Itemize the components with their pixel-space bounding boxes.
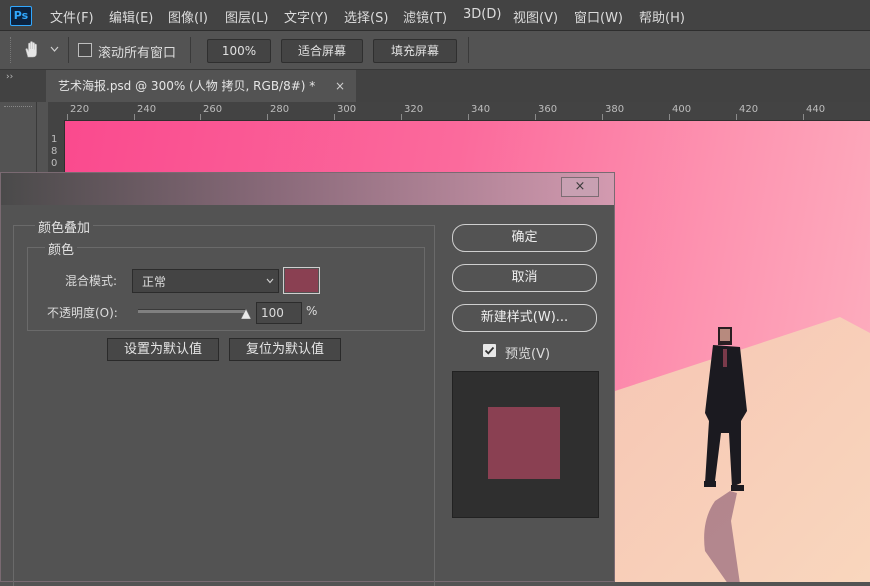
ruler-label: 360 [538, 104, 558, 115]
hand-tool-icon[interactable] [22, 40, 42, 60]
ruler-label: 1 [51, 134, 58, 145]
blend-mode-select[interactable]: 正常 [132, 269, 279, 293]
set-default-button[interactable]: 设置为默认值 [107, 338, 219, 361]
preview-label: 预览(V) [505, 347, 551, 362]
layer-style-dialog: × 颜色叠加 颜色 混合模式: 正常 不透明度(O): 100 % 设置为默认值… [0, 172, 615, 586]
dropdown-arrow-icon [266, 278, 274, 284]
style-preview-swatch [488, 407, 560, 479]
ok-button[interactable]: 确定 [452, 224, 597, 252]
dialog-titlebar[interactable]: × [1, 173, 614, 205]
menu-type[interactable]: 文字(Y) [284, 7, 328, 26]
panel-grip [4, 106, 32, 109]
opacity-slider-fill [138, 310, 246, 313]
floor-plane [615, 317, 870, 582]
menu-3d[interactable]: 3D(D) [463, 7, 501, 22]
dialog-body: 颜色叠加 颜色 混合模式: 正常 不透明度(O): 100 % 设置为默认值 复… [1, 205, 614, 586]
blend-mode-label: 混合模式: [65, 274, 118, 288]
cancel-button[interactable]: 取消 [452, 264, 597, 292]
ruler-label: 400 [672, 104, 692, 115]
ruler-label: 0 [51, 158, 58, 169]
ruler-label: 320 [404, 104, 424, 115]
ruler-label: 280 [270, 104, 290, 115]
ruler-label: 440 [806, 104, 826, 115]
style-preview-box [452, 371, 599, 518]
ruler-label: 420 [739, 104, 759, 115]
document-tab-title: 艺术海报.psd @ 300% (人物 拷贝, RGB/8#) * [58, 79, 316, 93]
divider [468, 37, 469, 63]
color-swatch[interactable] [283, 267, 320, 294]
color-swatch-fill [285, 269, 318, 292]
chevron-down-icon[interactable] [50, 46, 59, 53]
section-title: 颜色叠加 [35, 217, 94, 236]
horizontal-ruler: 220 240 260 280 300 320 340 360 380 400 … [48, 102, 870, 121]
ruler-label: 240 [137, 104, 157, 115]
ruler-label: 340 [471, 104, 491, 115]
divider [190, 37, 191, 63]
document-tab-bar: ›› 艺术海报.psd @ 300% (人物 拷贝, RGB/8#) * × [0, 70, 870, 102]
slider-handle-icon[interactable] [241, 309, 251, 319]
menu-help[interactable]: 帮助(H) [639, 7, 685, 26]
group-title: 颜色 [45, 239, 78, 258]
menu-layer[interactable]: 图层(L) [225, 7, 268, 26]
menu-bar: Ps 文件(F) 编辑(E) 图像(I) 图层(L) 文字(Y) 选择(S) 滤… [0, 0, 870, 31]
opacity-slider-track[interactable] [138, 309, 246, 313]
ruler-label: 380 [605, 104, 625, 115]
menu-window[interactable]: 窗口(W) [574, 7, 623, 26]
fill-screen-button[interactable]: 填充屏幕 [373, 39, 457, 63]
menu-filter[interactable]: 滤镜(T) [403, 7, 447, 26]
scroll-all-label: 滚动所有窗口 [98, 46, 177, 61]
ruler-label: 300 [337, 104, 357, 115]
ruler-label: 260 [203, 104, 223, 115]
menu-edit[interactable]: 编辑(E) [109, 7, 153, 26]
ruler-label: 8 [51, 146, 58, 157]
opacity-input[interactable]: 100 [256, 302, 302, 324]
new-style-button[interactable]: 新建样式(W)... [452, 304, 597, 332]
menu-view[interactable]: 视图(V) [513, 7, 558, 26]
menu-image[interactable]: 图像(I) [168, 7, 208, 26]
scroll-all-checkbox[interactable] [78, 43, 92, 57]
ps-logo-icon[interactable]: Ps [10, 6, 32, 26]
close-icon[interactable]: × [335, 70, 345, 102]
collapse-panels-icon[interactable]: ›› [6, 72, 13, 82]
opacity-label: 不透明度(O): [47, 306, 118, 320]
ruler-label: 220 [70, 104, 90, 115]
opacity-value: 100 [261, 306, 284, 320]
blend-mode-value: 正常 [142, 275, 167, 289]
preview-checkbox[interactable] [483, 344, 496, 357]
document-tab[interactable]: 艺术海报.psd @ 300% (人物 拷贝, RGB/8#) * × [46, 70, 356, 102]
fit-screen-button[interactable]: 适合屏幕 [281, 39, 363, 63]
checkbox-icon [484, 346, 495, 355]
opacity-unit: % [306, 304, 318, 318]
divider [68, 37, 69, 63]
close-icon[interactable]: × [561, 177, 599, 197]
zoom-100-button[interactable]: 100% [207, 39, 271, 63]
bar-grip [10, 37, 12, 63]
menu-select[interactable]: 选择(S) [344, 7, 388, 26]
reset-default-button[interactable]: 复位为默认值 [229, 338, 341, 361]
menu-file[interactable]: 文件(F) [50, 7, 94, 26]
options-bar: 滚动所有窗口 100% 适合屏幕 填充屏幕 [0, 31, 870, 70]
